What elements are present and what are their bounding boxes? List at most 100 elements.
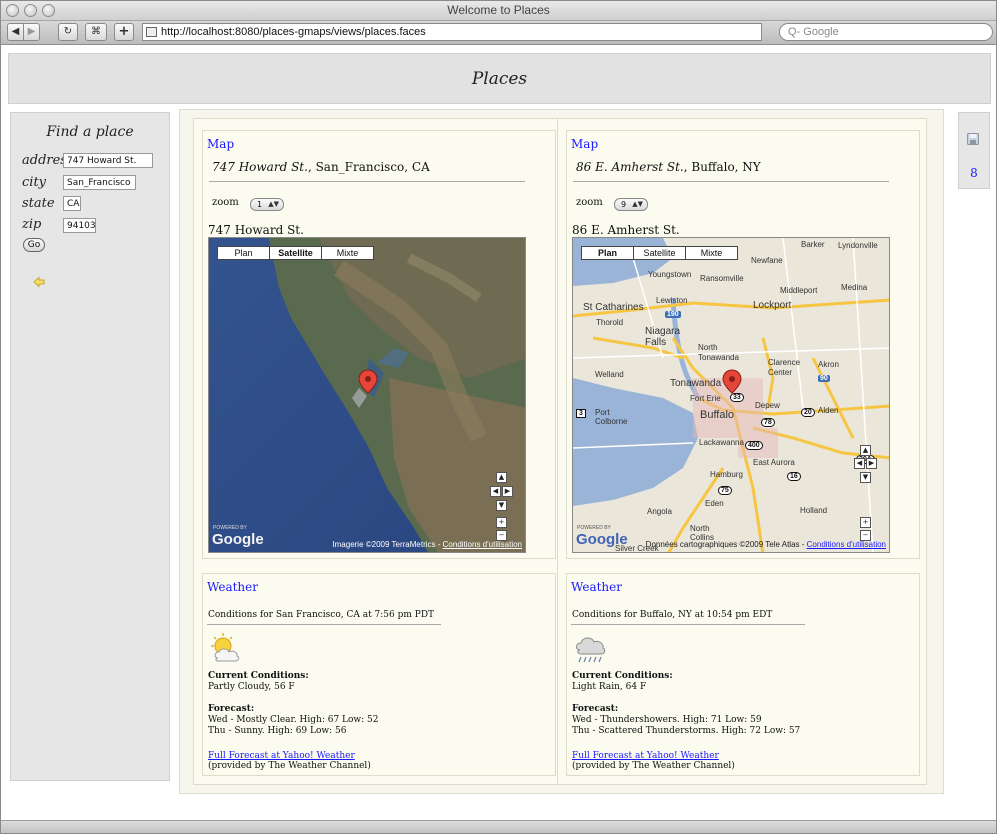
google-logo: Google [576, 531, 628, 548]
title-bar: Welcome to Places [1, 1, 996, 21]
page-title: Places [471, 69, 528, 89]
forecast-day-1: Wed - Mostly Clear. High: 67 Low: 52 [208, 715, 379, 725]
map-title: 86 E. Amherst St. [572, 223, 680, 237]
forecast-label: Forecast: [572, 704, 619, 714]
map-section: Map 86 E. Amherst St., Buffalo, NY zoom … [566, 130, 920, 559]
minus-icon: − [862, 531, 869, 539]
address-bar[interactable]: http://localhost:8080/places-gmaps/views… [142, 23, 762, 41]
arrow-left-icon: ◀ [492, 487, 499, 495]
arrow-down-icon: ▼ [498, 501, 505, 509]
current-conditions-label: Current Conditions: [572, 671, 673, 681]
pan-left-button[interactable]: ◀ [854, 458, 865, 469]
terms-of-use-link[interactable]: Conditions d'utilisation [807, 540, 886, 549]
place-card-buffalo: Map 86 E. Amherst St., Buffalo, NY zoom … [557, 118, 927, 785]
side-count-link[interactable]: 8 [959, 166, 989, 180]
map-title: 747 Howard St. [208, 223, 304, 237]
map-type-mixte-button[interactable]: Mixte [685, 246, 738, 260]
pan-down-button[interactable]: ▼ [496, 500, 507, 511]
map-type-plan-button[interactable]: Plan [581, 246, 634, 260]
state-input[interactable] [63, 196, 81, 211]
map-type-satellite-button[interactable]: Satellite [633, 246, 686, 260]
window-title: Welcome to Places [447, 3, 550, 17]
address-input[interactable] [63, 153, 153, 168]
place-city-state: , San_Francisco, CA [307, 160, 430, 174]
zoom-in-button[interactable]: + [496, 517, 507, 528]
arrow-up-icon: ▲ [862, 446, 869, 454]
side-tools-panel: 8 [958, 112, 990, 189]
map-link[interactable]: Map [207, 137, 234, 151]
road-shield: 20 [801, 408, 815, 417]
places-panel: Map 747 Howard St., San_Francisco, CA zo… [179, 109, 944, 794]
light-rain-icon [575, 637, 606, 663]
road-shield: 16 [787, 472, 801, 481]
floppy-disk-icon[interactable] [967, 133, 979, 145]
map-link[interactable]: Map [571, 137, 598, 151]
zoom-select[interactable]: 1 ▲▼ [250, 198, 284, 211]
map-type-satellite-button[interactable]: Satellite [269, 246, 322, 260]
arrow-left-icon: ◀ [856, 459, 863, 467]
road-shield: 90 [818, 375, 830, 382]
weather-section: Weather Conditions for Buffalo, NY at 10… [566, 573, 920, 776]
plus-icon: + [118, 24, 130, 39]
plus-icon: + [498, 518, 505, 526]
forward-button[interactable]: ▶ [23, 23, 40, 41]
address-bar-url: http://localhost:8080/places-gmaps/views… [161, 26, 426, 38]
zip-input[interactable] [63, 218, 96, 233]
map-attribution: Données cartographiques ©2009 Tele Atlas… [646, 540, 886, 549]
full-forecast-link[interactable]: Full Forecast at Yahoo! Weather [572, 751, 719, 761]
snapback-button[interactable]: ⌘ [85, 23, 107, 41]
map-view-satellite[interactable]: Plan Satellite Mixte ▲ ◀ ▶ ▼ + − POWERED… [208, 237, 526, 553]
pan-left-button[interactable]: ◀ [490, 486, 501, 497]
weather-link[interactable]: Weather [571, 580, 622, 594]
pan-up-button[interactable]: ▲ [496, 472, 507, 483]
go-button[interactable]: Go [23, 238, 45, 252]
reload-button[interactable]: ↻ [58, 23, 78, 41]
attribution-text: Données cartographiques ©2009 Tele Atlas… [645, 540, 807, 549]
arrow-right-icon: ▶ [868, 459, 875, 467]
site-favicon-icon [146, 27, 157, 37]
find-place-title: Find a place [46, 124, 134, 140]
pan-right-button[interactable]: ▶ [866, 458, 877, 469]
provided-by-text: (provided by The Weather Channel) [572, 761, 735, 771]
reload-icon: ↻ [63, 26, 73, 37]
state-label: state [22, 196, 55, 211]
zoom-label: zoom [212, 197, 239, 208]
city-label: city [22, 175, 47, 190]
map-separator [209, 181, 525, 182]
arrow-right-icon: ▶ [504, 487, 511, 495]
zoom-value: 1 [257, 200, 263, 209]
zip-label: zip [22, 217, 42, 232]
full-forecast-link[interactable]: Full Forecast at Yahoo! Weather [208, 751, 355, 761]
map-type-plan-button[interactable]: Plan [217, 246, 270, 260]
map-view-plan[interactable]: Barker Lyndonville Newfane Youngstown Ra… [572, 237, 890, 553]
current-conditions-value: Partly Cloudy, 56 F [208, 682, 295, 692]
road-shields-layer: 190 33 90 20 78 400 20A 75 16 3 [573, 238, 889, 552]
zoom-select[interactable]: 9 ▲▼ [614, 198, 648, 211]
city-input[interactable] [63, 175, 136, 190]
road-shield: 75 [718, 486, 732, 495]
place-street: 86 E. Amherst St. [576, 160, 684, 174]
place-city-state: , Buffalo, NY [683, 160, 761, 174]
zoom-in-button[interactable]: + [860, 517, 871, 528]
weather-separator [207, 624, 441, 625]
back-button[interactable]: ◀ [7, 23, 24, 41]
back-arrow-icon: ◀ [11, 26, 20, 37]
status-bar [1, 820, 996, 833]
forecast-label: Forecast: [208, 704, 255, 714]
add-bookmark-button[interactable]: + [114, 23, 134, 41]
place-address: 86 E. Amherst St., Buffalo, NY [576, 160, 761, 174]
back-arrow-icon[interactable] [33, 276, 45, 288]
pan-up-button[interactable]: ▲ [860, 445, 871, 456]
plus-icon: + [862, 518, 869, 526]
place-street: 747 Howard St. [212, 160, 308, 174]
pan-right-button[interactable]: ▶ [502, 486, 513, 497]
terms-of-use-link[interactable]: Conditions d'utilisation [443, 540, 522, 549]
arrow-down-icon: ▼ [862, 473, 869, 481]
weather-link[interactable]: Weather [207, 580, 258, 594]
forward-arrow-icon: ▶ [27, 26, 36, 37]
google-search-field[interactable]: Q- Google [779, 23, 993, 41]
pan-down-button[interactable]: ▼ [860, 472, 871, 483]
map-type-mixte-button[interactable]: Mixte [321, 246, 374, 260]
road-shield: 78 [761, 418, 775, 427]
zoom-label: zoom [576, 197, 603, 208]
